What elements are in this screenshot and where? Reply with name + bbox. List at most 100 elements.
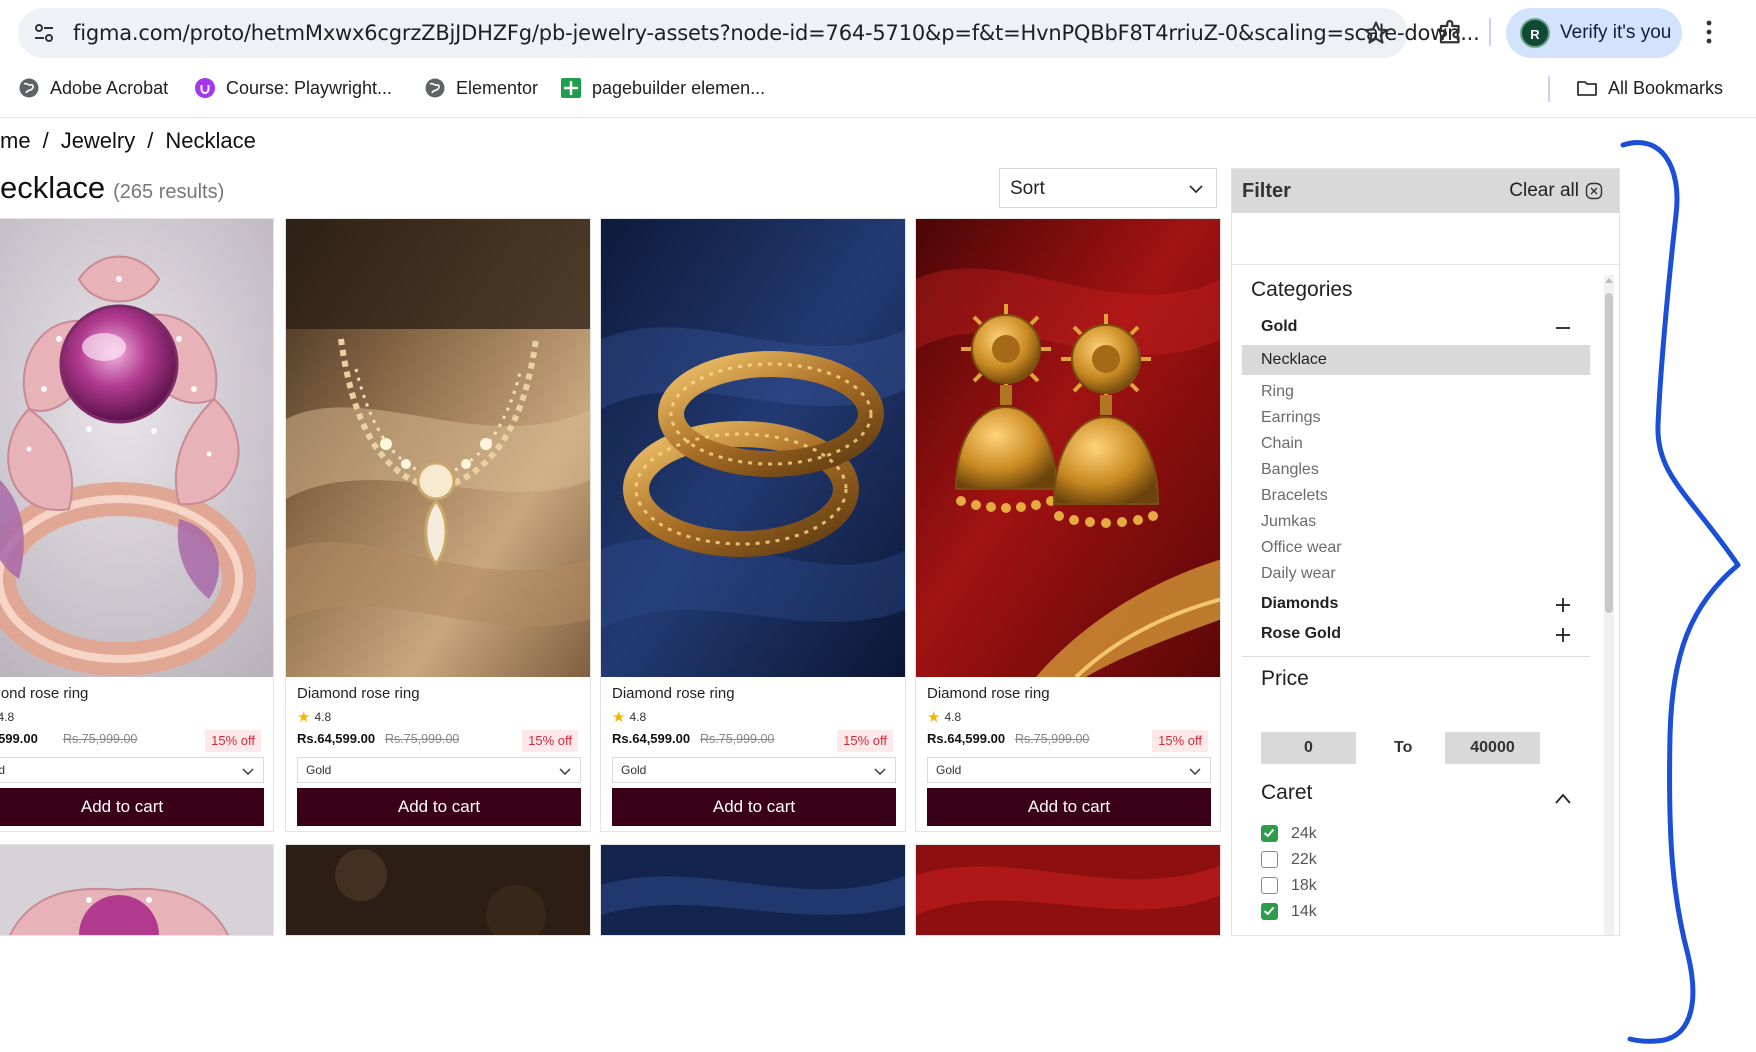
discount-badge: 15% off [522,730,578,752]
filter-search-area[interactable] [1232,213,1619,265]
variant-select[interactable]: Gold [927,757,1211,783]
plus-icon[interactable] [1554,626,1572,644]
udemy-icon [195,78,215,98]
product-image-gold-bangles[interactable] [601,845,906,936]
bookmarks-bar: Adobe Acrobat Course: Playwright... Elem… [0,68,1756,108]
category-item-daily-wear[interactable]: Daily wear [1261,565,1336,583]
result-count: (265 results) [113,181,225,203]
product-card[interactable]: Diamond rose ring ★ 4.8 Rs.64,599.00 Rs.7… [600,218,906,832]
product-card[interactable] [600,844,906,936]
bookmark-label: Elementor [456,77,539,98]
caret-18k-checkbox[interactable] [1261,877,1278,894]
price-max-input[interactable]: 40000 [1445,732,1540,764]
breadcrumb-home[interactable]: me [0,128,31,153]
category-group-diamonds[interactable]: Diamonds [1261,595,1338,613]
variant-label: Gold [621,763,647,777]
url-text[interactable]: figma.com/proto/hetmMxwx6cgrzZBjJDHZFg/p… [73,21,1480,45]
category-group-rose-gold[interactable]: Rose Gold [1261,625,1341,643]
more-menu-icon[interactable] [1700,16,1718,48]
bookmark-elementor[interactable]: Elementor [424,74,538,102]
scrollbar-thumb[interactable] [1605,293,1613,613]
filter-scrollbar[interactable] [1602,275,1614,935]
product-image-gold-jhumkas[interactable] [916,219,1220,677]
product-image-pink-rose-ring[interactable] [0,219,273,677]
close-circle-icon [1585,182,1603,200]
plus-icon[interactable] [1554,596,1572,614]
address-bar[interactable]: figma.com/proto/hetmMxwx6cgrzZBjJDHZFg/p… [18,8,1480,58]
category-item-bangles[interactable]: Bangles [1261,461,1319,479]
bookmark-pagebuilder[interactable]: pagebuilder elemen... [560,74,765,102]
bookmarks-divider [1548,76,1550,102]
browser-chrome: figma.com/proto/hetmMxwx6cgrzZBjJDHZFg/p… [0,0,1756,118]
filter-panel: Filter Clear all Categories Gold Necklac… [1231,168,1620,936]
globe-icon [425,78,445,98]
variant-select[interactable]: old [0,757,264,783]
product-price: Rs.64,599.00 [927,731,1006,746]
price-min-input[interactable]: 0 [1261,732,1356,764]
product-card[interactable] [285,844,591,936]
breadcrumb-necklace: Necklace [165,128,256,153]
bookmark-star-icon[interactable] [1362,19,1390,47]
product-card[interactable] [915,844,1221,936]
product-image-gold-necklace[interactable] [286,845,591,936]
category-group-gold[interactable]: Gold [1261,318,1297,336]
profile-verify-button[interactable]: R Verify it's you [1506,8,1682,58]
product-card[interactable]: amond rose ring ★4.8 64,599.00 Rs.75,999… [0,218,274,832]
caret-option-label: 14k [1291,903,1317,920]
all-bookmarks-button[interactable]: All Bookmarks [1576,74,1723,102]
site-settings-icon[interactable] [32,21,56,45]
chevron-down-icon [242,768,254,775]
product-name[interactable]: Diamond rose ring [297,685,420,702]
category-item-chain[interactable]: Chain [1261,435,1303,453]
product-image-gold-jhumkas[interactable] [916,845,1221,936]
caret-22k-checkbox[interactable] [1261,851,1278,868]
filter-divider [1242,656,1590,657]
category-item-necklace-active[interactable]: Necklace [1242,345,1590,375]
variant-select[interactable]: Gold [297,757,581,783]
variant-label: Gold [306,763,332,777]
category-item-earrings[interactable]: Earrings [1261,409,1321,427]
discount-badge: 15% off [1152,730,1208,752]
breadcrumb-jewelry[interactable]: Jewelry [61,128,136,153]
product-card[interactable]: Diamond rose ring ★ 4.8 Rs.64,599.00 Rs.7… [285,218,591,832]
product-card[interactable] [0,844,274,936]
category-item-label: Necklace [1261,351,1327,368]
caret-14k-checkbox[interactable] [1261,903,1278,920]
caret-option-label: 22k [1291,851,1317,868]
caret-heading: Caret [1261,781,1313,804]
chevron-down-icon [1189,768,1201,775]
product-card[interactable]: Diamond rose ring ★ 4.8 Rs.64,599.00 Rs.7… [915,218,1221,832]
extensions-puzzle-icon[interactable] [1436,16,1466,46]
product-image-gold-bangles[interactable] [601,219,905,677]
product-image-gold-necklace[interactable] [286,219,590,677]
add-to-cart-button[interactable]: Add to cart [927,788,1211,826]
variant-select[interactable]: Gold [612,757,896,783]
add-to-cart-button[interactable]: Add to cart [612,788,896,826]
product-name[interactable]: amond rose ring [0,685,88,702]
minus-icon[interactable] [1554,319,1572,337]
add-to-cart-button[interactable]: Add to cart [297,788,581,826]
sort-dropdown[interactable]: Sort [999,168,1217,208]
bookmark-course-playwright[interactable]: Course: Playwright... [194,74,392,102]
discount-badge: 15% off [837,730,893,752]
category-item-ring[interactable]: Ring [1261,383,1294,401]
product-image-pink-rose-ring[interactable] [0,845,274,936]
bookmark-adobe-acrobat[interactable]: Adobe Acrobat [18,74,168,102]
toolbar-divider [1489,18,1491,46]
product-name[interactable]: Diamond rose ring [612,685,735,702]
filter-header: Filter Clear all [1232,169,1619,213]
category-item-bracelets[interactable]: Bracelets [1261,487,1328,505]
add-to-cart-button[interactable]: Add to cart [0,788,264,826]
category-item-jumkas[interactable]: Jumkas [1261,513,1316,531]
category-item-office-wear[interactable]: Office wear [1261,539,1342,557]
category-title: ecklace [0,170,106,205]
star-icon: ★ [927,709,941,726]
chevron-up-icon[interactable] [1554,792,1572,806]
scroll-up-arrow-icon[interactable] [1604,275,1614,285]
product-name[interactable]: Diamond rose ring [927,685,1050,702]
product-rating: ★4.8 [612,709,647,726]
caret-24k-checkbox[interactable] [1261,825,1278,842]
clear-all-button[interactable]: Clear all [1509,180,1603,202]
globe-icon [19,78,39,98]
product-price: 64,599.00 [0,731,38,746]
